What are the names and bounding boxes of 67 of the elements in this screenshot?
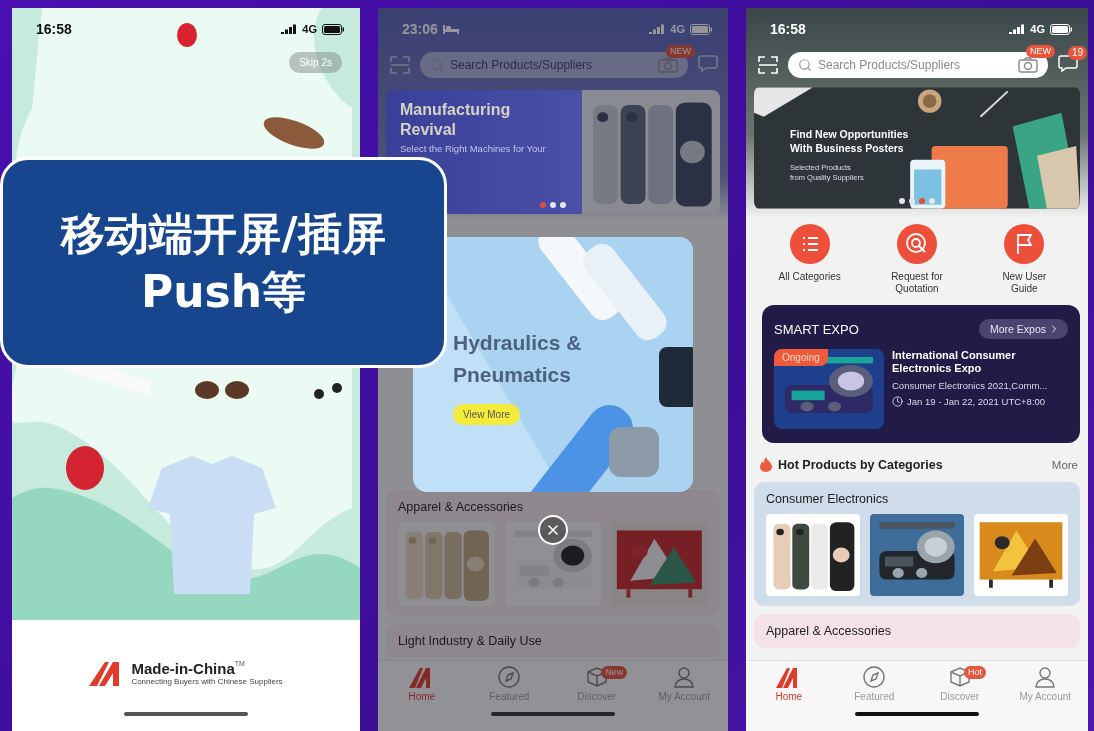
new-badge: NEW	[1026, 45, 1055, 58]
compass-icon	[498, 666, 521, 688]
more-expos-button[interactable]: More Expos	[978, 319, 1068, 339]
tab[interactable]: Hot Discover	[917, 666, 1003, 702]
list-icon	[789, 224, 830, 264]
status-time: 16:58	[36, 21, 72, 37]
headline-label: 移动端开屏/插屏 Push等	[0, 157, 447, 368]
tab[interactable]: Featured	[831, 666, 917, 702]
flame-icon	[760, 457, 772, 472]
brand-name: Made-in-China	[131, 660, 235, 677]
carousel-dot[interactable]	[560, 202, 566, 208]
signal-icon	[1009, 24, 1026, 34]
expo-title: SMART EXPO	[774, 321, 859, 337]
section-title: Hot Products by Categories	[778, 457, 944, 472]
tagline: Connecting Buyers with Chinese Suppliers	[131, 677, 283, 686]
carousel-dot[interactable]	[929, 198, 935, 204]
battery-icon	[322, 23, 344, 35]
close-button[interactable]	[538, 515, 568, 545]
flag-icon	[1004, 224, 1045, 264]
network-label: 4G	[670, 23, 685, 35]
more-link[interactable]: More	[1051, 458, 1078, 471]
camera-icon[interactable]	[1018, 57, 1038, 73]
carousel-dot[interactable]	[540, 202, 546, 208]
tab-badge: New	[601, 666, 628, 679]
expo-category: Consumer Electronics 2021,Comm...	[892, 380, 1049, 392]
compass-icon	[863, 666, 886, 688]
carousel-dot[interactable]	[909, 198, 915, 204]
signal-icon	[649, 24, 666, 34]
banner-subtitle: Select the Right Machines for Your	[400, 143, 547, 154]
close-icon	[545, 522, 561, 538]
signal-icon	[281, 24, 298, 34]
network-label: 4G	[302, 23, 317, 35]
message-count-badge: 19	[1068, 46, 1088, 60]
status-time: 16:58	[770, 21, 806, 37]
network-label: 4G	[1030, 23, 1045, 35]
tab[interactable]: Home	[746, 666, 832, 702]
status-time: 23:06	[402, 21, 438, 37]
expo-date: Jan 19 - Jan 22, 2021 UTC+8:00	[907, 396, 1046, 408]
tab-badge: Hot	[964, 666, 987, 679]
carousel-dot[interactable]	[899, 198, 905, 204]
new-badge: NEW	[666, 45, 695, 58]
carousel-dot[interactable]	[550, 202, 556, 208]
person-icon	[1034, 666, 1057, 688]
tab[interactable]: My Account	[1002, 666, 1088, 702]
target-icon	[897, 224, 937, 264]
battery-icon	[690, 23, 712, 35]
view-more-button[interactable]: View More	[453, 404, 521, 425]
person-icon	[673, 666, 696, 688]
category-title: Apparel & Accessories	[766, 624, 893, 638]
category-title: Apparel & Accessories	[398, 500, 525, 514]
carousel-dot[interactable]	[919, 198, 925, 204]
search-icon	[430, 58, 444, 72]
search-icon	[798, 58, 812, 72]
category-title: Consumer Electronics	[766, 492, 890, 506]
shortcut-button[interactable]: New User Guide	[988, 224, 1061, 295]
popup-title: Hydraulics & Pneumatics	[453, 330, 582, 388]
battery-icon	[1050, 23, 1072, 35]
expo-name: International Consumer Electronics Expo	[892, 349, 1017, 376]
category-title: Light Industry & Daily Use	[398, 634, 543, 648]
shortcut-button[interactable]: All Categories	[778, 224, 841, 295]
clock-icon	[892, 396, 903, 408]
status-badge: Ongoing	[774, 349, 828, 366]
banner-title: Manufacturing Revival	[400, 100, 512, 140]
tab[interactable]: Home	[378, 666, 466, 702]
banner-title: Find New Opportunities With Business Posters	[790, 128, 910, 156]
skip-button[interactable]: Skip 2s	[289, 52, 342, 73]
shortcut-button[interactable]: Request for Quotation	[881, 224, 953, 295]
